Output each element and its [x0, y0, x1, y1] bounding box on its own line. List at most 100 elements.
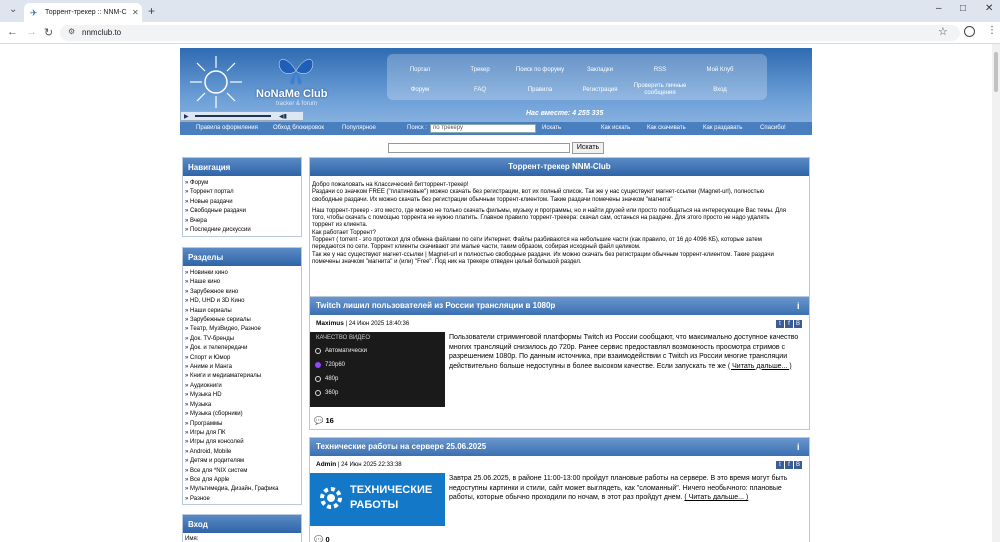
reload-icon[interactable]: ↻ [44, 26, 53, 39]
navigation-item[interactable]: » Торрент портал [185, 188, 301, 197]
navigation-item[interactable]: » Новые раздачи [185, 198, 301, 207]
section-item[interactable]: » Android, Mobile [185, 448, 301, 457]
section-item[interactable]: » Спорт и Юмор [185, 354, 301, 363]
navigation-item[interactable]: » Свободные раздачи [185, 207, 301, 216]
gear-icon [320, 487, 342, 509]
site-info-icon[interactable]: ⚙ [68, 27, 75, 36]
menu-register[interactable]: Регистрация [569, 87, 631, 94]
subnav-thanks[interactable]: Спасибо! [760, 125, 786, 131]
volume-icon[interactable]: ◀▮ [279, 113, 287, 120]
section-item[interactable]: » Док. TV-бренды [185, 335, 301, 344]
play-icon[interactable]: ▶ [184, 113, 189, 120]
back-icon[interactable]: ← [7, 26, 18, 38]
menu-login[interactable]: Вход [689, 87, 751, 94]
intro-line: торрент из клиента. [312, 222, 368, 229]
section-item[interactable]: » Разное [185, 495, 301, 504]
subnav-bypass[interactable]: Обход блокировок [273, 125, 324, 131]
section-item[interactable]: » Игры для ПК [185, 429, 301, 438]
share-twitter-icon[interactable]: t [776, 320, 784, 328]
menu-kebab-icon[interactable]: ⋮ [987, 25, 997, 36]
subnav-design-rules[interactable]: Правила оформления [196, 125, 258, 131]
main-search-input[interactable] [388, 143, 570, 153]
scrollbar-thumb[interactable] [994, 52, 998, 92]
navigation-item[interactable]: » Вчера [185, 217, 301, 226]
read-more-link[interactable]: ( Читать дальше... ) [684, 494, 748, 501]
maximize-icon[interactable]: □ [960, 3, 966, 14]
subnav-how-upload[interactable]: Как раздавать [703, 125, 742, 131]
navigation-item[interactable]: » Форум [185, 179, 301, 188]
menu-forum[interactable]: Форум [389, 87, 451, 94]
info-icon[interactable]: i [797, 301, 803, 311]
section-item[interactable]: » Музыка HD [185, 391, 301, 400]
news-title-twitch[interactable]: Twitch лишил пользователей из России тра… [310, 297, 809, 315]
comments-count[interactable]: 💬 16 [314, 416, 334, 425]
close-tab-icon[interactable]: ✕ [132, 8, 139, 17]
menu-forum-search[interactable]: Поиск по форуму [509, 67, 571, 74]
section-item[interactable]: » Музыка (сборники) [185, 410, 301, 419]
info-icon[interactable]: i [797, 442, 803, 452]
new-tab-icon[interactable]: + [148, 4, 155, 18]
section-item[interactable]: » Программы [185, 420, 301, 429]
section-item[interactable]: » Наше кино [185, 278, 301, 287]
news-title-maintenance[interactable]: Технические работы на сервере 25.06.2025… [310, 438, 809, 456]
scrollbar[interactable] [992, 44, 1000, 542]
navigation-item[interactable]: » Последние дискуссии [185, 226, 301, 235]
profile-icon[interactable] [964, 26, 975, 37]
bookmark-star-icon[interactable]: ☆ [938, 25, 948, 38]
menu-tracker[interactable]: Трекер [449, 67, 511, 74]
share-vk-icon[interactable]: B [794, 320, 802, 328]
section-item[interactable]: » Док. и телепередачи [185, 344, 301, 353]
address-bar[interactable]: ⚙ nnmclub.to [60, 25, 960, 41]
share-facebook-icon[interactable]: f [785, 320, 793, 328]
subnav-how-search[interactable]: Как искать [601, 125, 630, 131]
section-item[interactable]: » Зарубежное кино [185, 288, 301, 297]
menu-rules[interactable]: Правила [509, 87, 571, 94]
favicon-icon: ✈ [30, 7, 38, 18]
tracker-search-button[interactable]: Искать [542, 125, 561, 131]
news-author[interactable]: Admin [316, 461, 336, 468]
subnav-how-download[interactable]: Как скачивать [647, 125, 686, 131]
section-item[interactable]: » HD, UHD и 3D Кино [185, 297, 301, 306]
section-item[interactable]: » Все для Apple [185, 476, 301, 485]
section-item[interactable]: » Аудиокниги [185, 382, 301, 391]
player-progress[interactable] [195, 115, 271, 117]
section-item[interactable]: » Все для *NIX систем [185, 467, 301, 476]
browser-tab[interactable]: ✈ Торрент-трекер :: NNM-Club ✕ [24, 3, 142, 22]
share-facebook-icon[interactable]: f [785, 461, 793, 469]
section-item[interactable]: » Детям и родителям [185, 457, 301, 466]
quality-title: КАЧЕСТВО ВИДЕО [316, 335, 371, 341]
section-item[interactable]: » Зарубежные сериалы [185, 316, 301, 325]
share-vk-icon[interactable]: B [794, 461, 802, 469]
section-item[interactable]: » Мультимедиа, Дизайн, Графика [185, 485, 301, 494]
main-search-button[interactable]: Искать [572, 142, 604, 154]
close-window-icon[interactable]: ✕ [985, 3, 993, 14]
radio-icon [315, 376, 321, 382]
tracker-search-input[interactable]: по трекеру [430, 124, 536, 133]
menu-rss[interactable]: RSS [629, 67, 691, 74]
audio-player[interactable]: ▶ ◀▮ [180, 111, 304, 121]
tab-search-icon[interactable]: ⌄ [9, 4, 17, 15]
navigation-title: Навигация [183, 158, 301, 176]
news-author[interactable]: Maximus [316, 320, 344, 327]
section-item[interactable]: » Игры для консолей [185, 438, 301, 447]
maintenance-image: ТЕХНИЧЕСКИЕ РАБОТЫ [310, 473, 445, 526]
section-item[interactable]: » Книги и медиаматериалы [185, 372, 301, 381]
section-item[interactable]: » Наши сериалы [185, 307, 301, 316]
section-item[interactable]: » Аниме и Манга [185, 363, 301, 372]
section-item[interactable]: » Музыка [185, 401, 301, 410]
forward-icon[interactable]: → [26, 26, 37, 38]
section-item[interactable]: » Театр, МузВидео, Разное [185, 325, 301, 334]
minimize-icon[interactable]: – [936, 3, 942, 14]
comments-count[interactable]: 💬 0 [314, 535, 330, 542]
share-twitter-icon[interactable]: t [776, 461, 784, 469]
twitch-quality-image: КАЧЕСТВО ВИДЕО Автоматически 720p60 480p 36… [310, 332, 445, 407]
quality-option-label: Автоматически [325, 348, 367, 354]
menu-portal[interactable]: Портал [389, 67, 451, 74]
section-item[interactable]: » Новинки кино [185, 269, 301, 278]
subnav-popular[interactable]: Популярное [342, 125, 376, 131]
menu-faq[interactable]: FAQ [449, 87, 511, 94]
menu-my-club[interactable]: Мой Клуб [689, 67, 751, 74]
read-more-link[interactable]: ( Читать дальше... ) [728, 363, 792, 370]
menu-bookmarks[interactable]: Закладки [569, 67, 631, 74]
menu-check-messages[interactable]: Проверить личные сообщения [629, 83, 691, 97]
